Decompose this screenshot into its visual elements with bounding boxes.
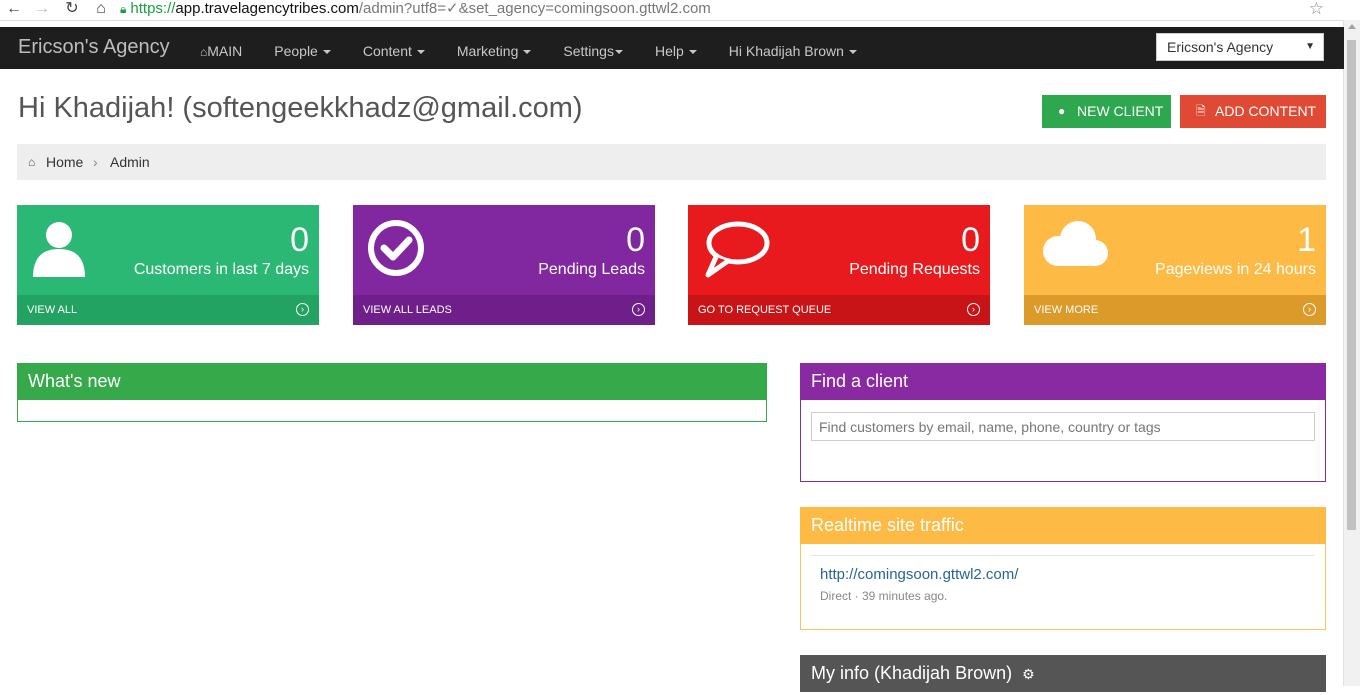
menu-item-label: MAIN [207,43,243,59]
caret-down-icon [688,50,697,55]
brand-name[interactable]: Ericson's Agency [18,27,170,67]
page-scrollbar[interactable] [1343,20,1360,686]
add-content-button[interactable]: 🗎︎ ADD CONTENT [1180,95,1326,128]
bookmark-star-icon[interactable]: ☆ [1309,0,1324,18]
gear-icon[interactable]: ⚙ [1022,656,1035,693]
tile-footer-link[interactable]: VIEW MORE › [1024,295,1326,325]
tile-footer-link[interactable]: VIEW ALL › [17,295,319,325]
realtime-traffic-panel: Realtime site traffic http://comingsoon.… [800,507,1326,630]
divider [811,555,1315,556]
find-client-panel: Find a client [800,363,1326,482]
tile-footer-text: GO TO REQUEST QUEUE [698,304,832,316]
menu-item-label: Help [654,43,684,59]
panel-title-row: My info (Khadijah Brown) ⚙ [800,655,1326,692]
tile-footer-text: VIEW MORE [1034,304,1099,316]
url-host: app.travelagencytribes.com [175,0,359,17]
tile-footer-text: VIEW ALL [27,304,78,316]
back-icon[interactable]: ← [4,0,24,20]
arrow-circle-right-icon: › [1303,303,1316,316]
menu-item-label: Marketing [456,43,519,59]
breadcrumb-separator: › [93,154,98,170]
home-icon: ⌂ [28,155,36,169]
customers-tile: 0 Customers in last 7 days VIEW ALL › [17,205,319,325]
menu-item-content[interactable]: Content [347,27,441,69]
find-client-search-input[interactable] [811,412,1315,441]
panel-title: My info (Khadijah Brown) [811,663,1013,683]
scrollbar-thumb[interactable] [1347,40,1356,530]
panel-title: Realtime site traffic [800,507,1326,544]
menu-item-label: Hi Khadijah Brown [728,43,844,59]
tile-label: Pageviews in 24 hours [1155,261,1316,278]
file-icon: 🗎︎ [1196,104,1206,118]
panel-title: What's new [17,363,767,400]
tile-value: 1 [1297,221,1316,259]
lock-icon: 🔒︎ [120,2,127,16]
top-navbar: Ericson's Agency ⌂MAIN People Content Ma… [0,27,1344,69]
new-client-button[interactable]: ● NEW CLIENT [1042,95,1171,128]
agency-select-value: Ericson's Agency [1167,39,1274,55]
breadcrumb-admin: Admin [110,154,150,170]
arrow-circle-right-icon: › [296,303,309,316]
breadcrumb: ⌂ Home › Admin [17,144,1326,180]
menu-item-main[interactable]: ⌂MAIN [200,27,258,69]
add-content-label: ADD CONTENT [1215,103,1317,119]
tile-footer-link[interactable]: VIEW ALL LEADS › [353,295,655,325]
check-circle-icon [368,220,424,276]
caret-down-icon [614,50,623,55]
my-info-panel: My info (Khadijah Brown) ⚙ [800,655,1326,695]
cloud-icon [1043,221,1108,266]
agency-select[interactable]: Ericson's Agency ▼ [1156,33,1324,61]
breadcrumb-home[interactable]: Home [46,144,83,180]
arrow-circle-right-icon: › [632,303,645,316]
reload-icon[interactable]: ↻ [62,0,82,20]
user-icon [33,222,85,277]
pending-leads-tile: 0 Pending Leads VIEW ALL LEADS › [353,205,655,325]
home-icon[interactable]: ⌂ [91,0,111,20]
new-client-label: NEW CLIENT [1077,103,1164,119]
whats-new-panel: What's new [17,363,767,422]
menu-item-help[interactable]: Help [639,27,713,69]
caret-down-icon [416,50,425,55]
menu-item-label: People [274,43,318,59]
traffic-url-link[interactable]: http://comingsoon.gttwl2.com/ [820,566,1018,583]
main-menu: ⌂MAIN People Content Marketing Settings … [200,27,873,69]
tile-value: 0 [290,221,309,259]
arrow-circle-right-icon: › [967,303,980,316]
traffic-meta: Direct · 39 minutes ago. [820,589,948,603]
tile-value: 0 [626,221,645,259]
menu-item-marketing[interactable]: Marketing [441,27,547,69]
menu-item-settings[interactable]: Settings [547,27,639,69]
url-path: /admin?utf8=✓&set_agency=comingsoon.gttw… [358,0,711,17]
tile-footer-text: VIEW ALL LEADS [363,304,452,316]
tile-label: Customers in last 7 days [133,261,309,278]
dropdown-arrow-icon: ▼ [1305,41,1315,52]
url-scheme: https:// [130,0,176,17]
page-title: Hi Khadijah! (softengeekkhadz@gmail.com) [18,92,583,124]
tile-value: 0 [961,221,980,259]
address-bar[interactable]: 🔒︎ https://app.travelagencytribes.com/adm… [120,0,711,20]
speech-bubble-icon [705,221,770,278]
caret-down-icon [322,50,331,55]
tile-footer-link[interactable]: GO TO REQUEST QUEUE › [688,295,990,325]
browser-toolbar: ← → ↻ ⌂ 🔒︎ https://app.travelagencytribes… [0,0,1360,21]
pending-requests-tile: 0 Pending Requests GO TO REQUEST QUEUE › [688,205,990,325]
tile-label: Pending Requests [849,261,980,278]
panel-title: Find a client [800,363,1326,400]
caret-down-icon [848,50,857,55]
menu-item-label: Settings [563,43,614,59]
forward-icon[interactable]: → [32,0,52,20]
pageviews-tile: 1 Pageviews in 24 hours VIEW MORE › [1024,205,1326,325]
tile-label: Pending Leads [538,261,645,278]
menu-item-people[interactable]: People [258,27,347,69]
menu-item-label: Content [362,43,412,59]
scroll-up-arrow-icon[interactable] [1348,24,1356,29]
caret-down-icon [523,50,532,55]
user-icon: ● [1058,104,1066,118]
menu-item-user[interactable]: Hi Khadijah Brown [713,27,873,69]
